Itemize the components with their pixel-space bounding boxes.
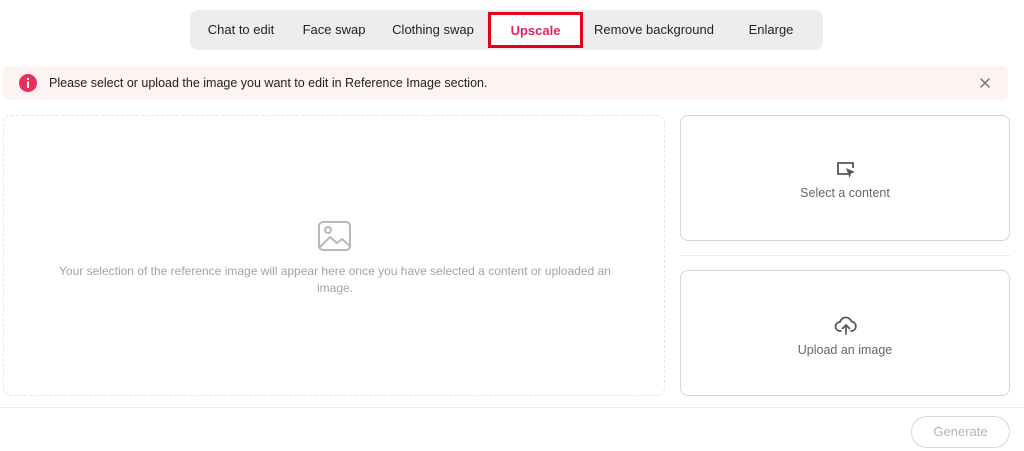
tab-upscale[interactable]: Upscale	[488, 12, 583, 48]
upload-image-label: Upload an image	[797, 343, 893, 357]
divider	[680, 255, 1010, 256]
image-icon	[317, 220, 353, 254]
cursor-select-icon	[834, 157, 858, 181]
generate-button[interactable]: Generate	[911, 416, 1010, 448]
alert-message: Please select or upload the image you wa…	[49, 76, 488, 90]
editor-page: Chat to edit Face swap Clothing swap Ups…	[0, 0, 1024, 451]
tab-remove-background[interactable]: Remove background	[588, 10, 720, 50]
info-icon	[19, 74, 37, 92]
upload-image-card[interactable]: Upload an image	[680, 270, 1010, 396]
tab-face-swap[interactable]: Face swap	[292, 10, 376, 50]
close-icon[interactable]	[977, 75, 993, 91]
select-content-card[interactable]: Select a content	[680, 115, 1010, 241]
tab-chat-to-edit[interactable]: Chat to edit	[196, 10, 286, 50]
tab-enlarge[interactable]: Enlarge	[730, 10, 812, 50]
cloud-upload-icon	[834, 313, 858, 337]
reference-image-preview: Your selection of the reference image wi…	[3, 115, 665, 396]
alert-banner: Please select or upload the image you wa…	[2, 66, 1008, 100]
tab-clothing-swap[interactable]: Clothing swap	[382, 10, 484, 50]
mode-tabs: Chat to edit Face swap Clothing swap Ups…	[190, 10, 823, 50]
footer-divider	[0, 407, 1024, 408]
preview-placeholder: Your selection of the reference image wi…	[59, 264, 611, 295]
select-content-label: Select a content	[800, 186, 890, 200]
